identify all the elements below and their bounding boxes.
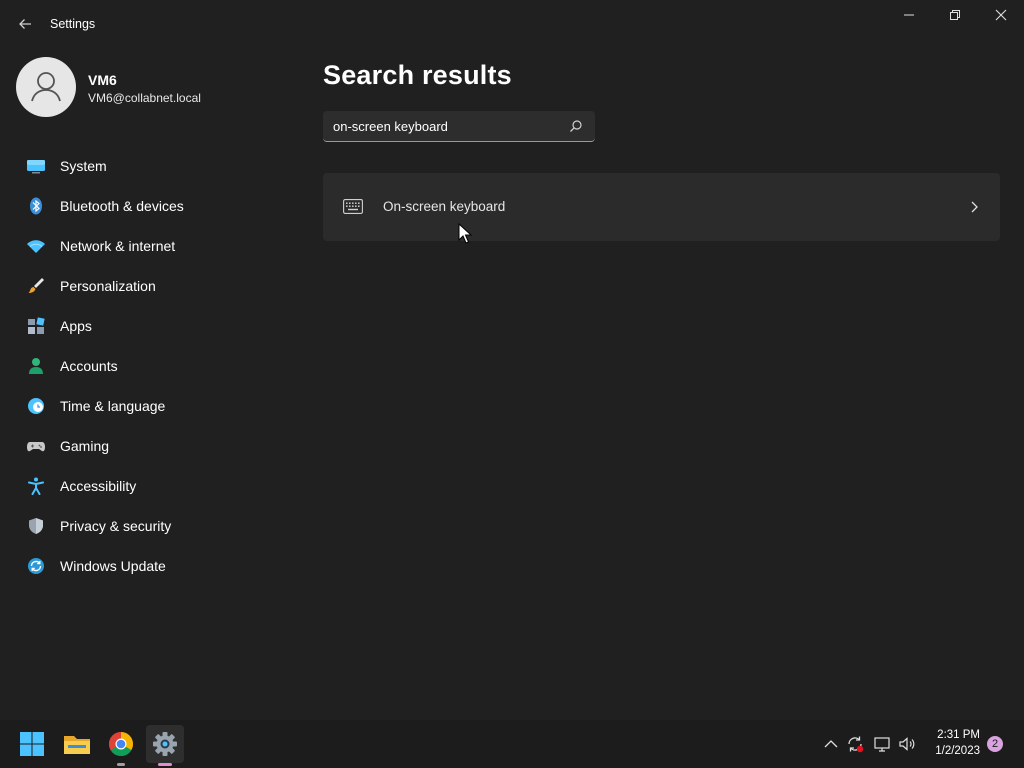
sidebar-item-accounts[interactable]: Accounts	[0, 346, 300, 386]
search-icon[interactable]	[569, 119, 583, 133]
sidebar-item-label: Apps	[60, 318, 92, 334]
sync-icon[interactable]	[845, 734, 865, 754]
sidebar-item-time-language[interactable]: Time & language	[0, 386, 300, 426]
back-button[interactable]	[14, 13, 36, 35]
taskbar	[0, 720, 1024, 768]
active-indicator	[158, 763, 172, 766]
clock-date[interactable]: 1/2/2023	[930, 745, 980, 757]
gamepad-icon	[27, 442, 45, 452]
sidebar-item-system[interactable]: System	[0, 146, 300, 186]
sidebar-item-label: Time & language	[60, 398, 166, 414]
sidebar-item-windows-update[interactable]: Windows Update	[0, 546, 300, 586]
arrow-left-icon	[19, 19, 31, 29]
notification-badge[interactable]: 2	[987, 736, 1003, 752]
sidebar-item-bluetooth[interactable]: Bluetooth & devices	[0, 186, 300, 226]
sidebar-item-label: Accounts	[60, 358, 118, 374]
search-box[interactable]	[323, 111, 595, 142]
clock-time[interactable]: 2:31 PM	[936, 729, 980, 741]
minimize-icon	[904, 14, 914, 16]
apps-icon	[28, 317, 45, 334]
page-title: Search results	[323, 60, 512, 90]
brush-icon	[28, 278, 44, 293]
sidebar-item-label: Windows Update	[60, 558, 166, 574]
chevron-up-icon[interactable]	[821, 734, 841, 754]
update-icon	[28, 558, 44, 574]
accessibility-icon	[28, 477, 44, 495]
sidebar-item-apps[interactable]: Apps	[0, 306, 300, 346]
gear-icon	[153, 732, 177, 756]
wifi-icon	[27, 240, 45, 253]
running-indicator	[117, 763, 125, 766]
settings-taskbar-button[interactable]	[146, 725, 184, 766]
mouse-cursor-icon	[458, 223, 472, 244]
windows-logo-icon	[20, 732, 44, 756]
person-icon	[29, 358, 43, 374]
title-bar: Settings	[0, 0, 1024, 48]
folder-icon	[64, 736, 90, 754]
sidebar-item-label: Privacy & security	[60, 518, 172, 534]
monitor-icon	[27, 160, 45, 174]
avatar[interactable]	[16, 57, 76, 117]
volume-icon[interactable]	[897, 734, 917, 754]
user-email: VM6@collabnet.local	[88, 91, 201, 105]
sidebar-item-label: Accessibility	[60, 478, 137, 494]
chevron-right-icon	[971, 201, 978, 213]
start-button[interactable]	[13, 725, 51, 763]
keyboard-icon	[343, 199, 363, 214]
sidebar-item-label: Bluetooth & devices	[60, 198, 184, 214]
file-explorer-button[interactable]	[58, 725, 96, 763]
sidebar-item-label: Network & internet	[60, 238, 176, 254]
close-button[interactable]	[978, 4, 1024, 28]
user-name: VM6	[88, 72, 117, 88]
sidebar-item-label: System	[60, 158, 107, 174]
shield-icon	[29, 518, 43, 534]
sidebar-item-gaming[interactable]: Gaming	[0, 426, 300, 466]
minimize-button[interactable]	[886, 4, 932, 28]
sidebar-item-accessibility[interactable]: Accessibility	[0, 466, 300, 506]
search-input[interactable]	[333, 111, 559, 141]
person-icon	[31, 72, 61, 102]
sidebar-item-label: Gaming	[60, 438, 110, 454]
chrome-icon	[108, 732, 133, 757]
search-result-item[interactable]: On-screen keyboard	[323, 173, 1000, 241]
clock-globe-icon	[28, 398, 44, 414]
app-title: Settings	[50, 17, 96, 31]
chrome-button[interactable]	[102, 725, 140, 766]
sidebar-item-label: Personalization	[60, 278, 156, 294]
sidebar-item-personalization[interactable]: Personalization	[0, 266, 300, 306]
bluetooth-icon	[30, 197, 42, 215]
close-icon	[995, 9, 1007, 21]
restore-icon	[950, 10, 960, 20]
network-icon[interactable]	[872, 734, 892, 754]
sidebar-item-privacy[interactable]: Privacy & security	[0, 506, 300, 546]
search-result-label: On-screen keyboard	[383, 199, 506, 214]
maximize-button[interactable]	[932, 4, 978, 28]
sidebar-item-network[interactable]: Network & internet	[0, 226, 300, 266]
